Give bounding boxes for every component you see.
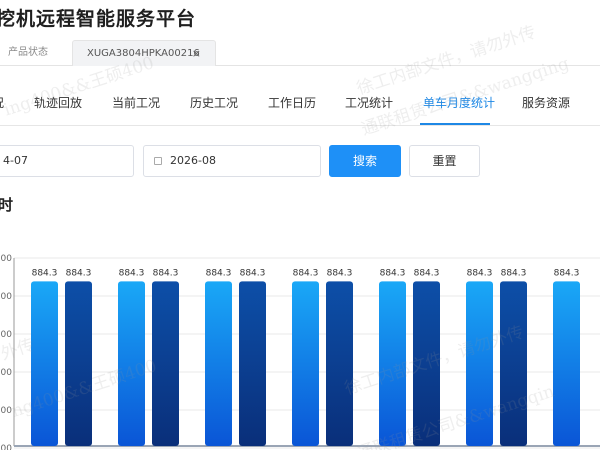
bar-series-2-2[interactable] [152,281,179,446]
y-tick-label: 00 [1,368,13,378]
bar-series-1-5[interactable] [379,281,406,446]
bar-value-label: 884.3 [66,268,92,278]
bar-series-1-4[interactable] [292,281,319,446]
y-tick-label: 00 [1,406,13,416]
bar-series-2-6[interactable] [500,281,527,446]
bar-value-label: 884.3 [206,268,232,278]
bar-value-label: 884.3 [467,268,493,278]
y-tick-label: 00 [1,444,13,450]
bar-value-label: 884.3 [501,268,527,278]
bar-value-label: 884.3 [380,268,406,278]
bar-value-label: 884.3 [554,268,580,278]
bar-series-1-6[interactable] [466,281,493,446]
bar-value-label: 884.3 [327,268,353,278]
bar-series-2-5[interactable] [413,281,440,446]
bar-series-2-3[interactable] [239,281,266,446]
bar-series-1-7[interactable] [553,281,580,446]
bar-value-label: 884.3 [153,268,179,278]
bar-value-label: 884.3 [293,268,319,278]
bar-series-2-4[interactable] [326,281,353,446]
bar-value-label: 884.3 [414,268,440,278]
bar-value-label: 884.3 [119,268,145,278]
y-tick-label: 00 [1,292,13,302]
y-tick-label: 00 [1,330,13,340]
bar-series-1-2[interactable] [118,281,145,446]
y-tick-label: 00 [1,254,13,264]
bar-series-1-1[interactable] [31,281,58,446]
app-root: 挖机远程智能服务平台 产品状态 XUGA3804HPKA00216 × 况 轨迹… [0,0,600,450]
bar-series-1-3[interactable] [205,281,232,446]
monthly-bar-chart: 00 00 00 00 00 00 884.3 884.3 884.3 884.3 884.3 884… [1,254,600,450]
bar-value-label: 884.3 [240,268,266,278]
bar-value-label: 884.3 [32,268,58,278]
bar-series-2-1[interactable] [65,281,92,446]
